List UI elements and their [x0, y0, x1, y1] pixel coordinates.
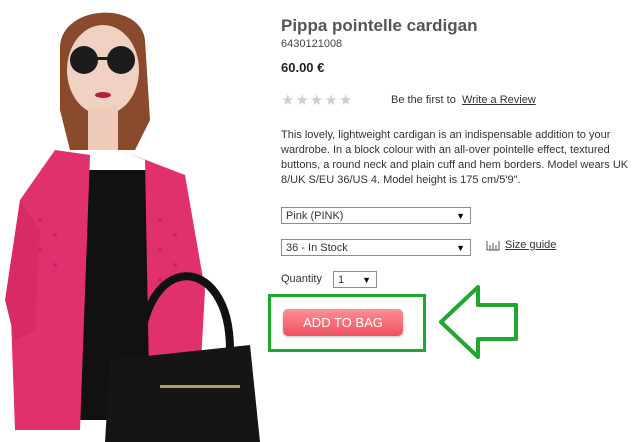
arrow-left-icon	[439, 285, 518, 359]
star-rating[interactable]: ★ ★ ★ ★ ★	[281, 93, 353, 109]
size-guide-label: Size guide	[505, 239, 557, 251]
review-prompt: Be the first to	[391, 94, 456, 106]
triangle-down-icon: ▼	[362, 275, 371, 285]
triangle-down-icon: ▼	[456, 211, 465, 221]
star-icon[interactable]: ★	[281, 93, 294, 109]
write-review-link[interactable]: Write a Review	[462, 94, 536, 106]
star-icon[interactable]: ★	[295, 93, 308, 109]
star-icon[interactable]: ★	[339, 93, 352, 109]
triangle-down-icon: ▼	[456, 243, 465, 253]
color-select[interactable]: Pink (PINK) ▼	[281, 207, 471, 224]
size-select-value: 36 - In Stock	[286, 242, 348, 254]
model-image	[0, 0, 270, 442]
color-select-value: Pink (PINK)	[286, 210, 344, 222]
product-description: This lovely, lightweight cardigan is an …	[281, 129, 629, 186]
product-price: 60.00 €	[281, 60, 325, 75]
size-guide-link[interactable]: Size guide	[486, 239, 556, 251]
quantity-label: Quantity	[281, 273, 322, 285]
quantity-value: 1	[338, 274, 345, 286]
star-icon[interactable]: ★	[310, 93, 323, 109]
quantity-select[interactable]: 1 ▼	[333, 271, 377, 288]
product-sku: 6430121008	[281, 38, 343, 50]
add-to-bag-button[interactable]: ADD TO BAG	[283, 309, 403, 336]
product-title: Pippa pointelle cardigan	[281, 16, 478, 35]
product-photo	[0, 0, 270, 442]
ruler-icon	[486, 240, 500, 250]
star-icon[interactable]: ★	[324, 93, 337, 109]
size-select[interactable]: 36 - In Stock ▼	[281, 239, 471, 256]
